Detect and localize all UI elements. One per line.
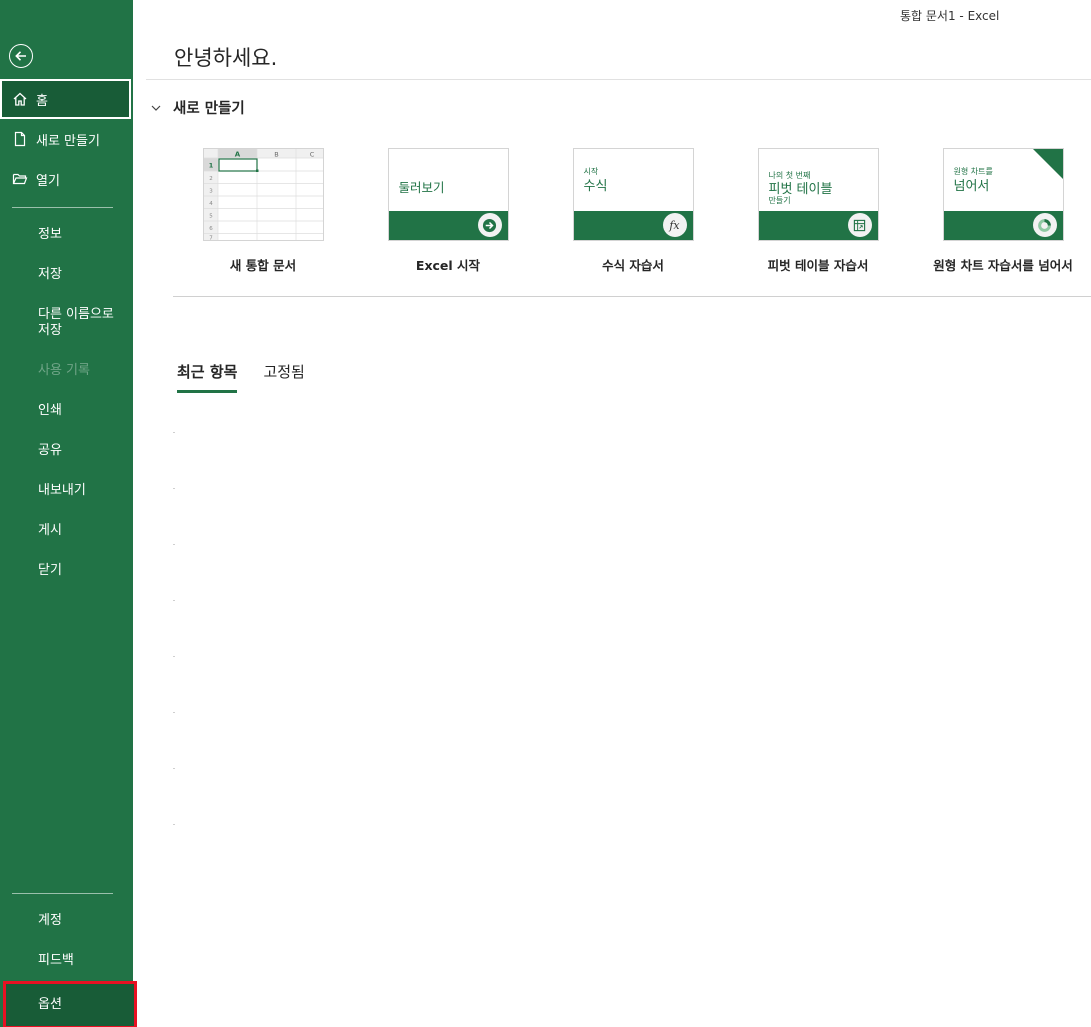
home-icon <box>12 91 28 107</box>
new-document-icon <box>12 131 28 147</box>
list-placeholder <box>173 544 175 545</box>
sidebar-item-open[interactable]: 열기 <box>0 159 133 199</box>
list-placeholder <box>173 488 175 489</box>
sidebar-primary-nav: 홈 새로 만들기 열기 <box>0 79 133 199</box>
tab-recent[interactable]: 최근 항목 <box>177 361 238 393</box>
sidebar-item-account[interactable]: 계정 <box>0 901 133 941</box>
pivot-table-icon <box>847 213 872 237</box>
sidebar-item-label: 사용 기록 <box>38 363 90 378</box>
arrow-right-icon <box>477 213 502 237</box>
sidebar-item-new[interactable]: 새로 만들기 <box>0 119 133 159</box>
sidebar-item-save-as[interactable]: 다른 이름으로 저장 <box>0 295 133 351</box>
back-arrow-icon[interactable] <box>9 44 33 68</box>
sidebar-item-label: 다른 이름으로 저장 <box>38 307 114 338</box>
sidebar-item-feedback[interactable]: 피드백 <box>0 941 133 981</box>
sidebar-divider <box>12 893 113 894</box>
thumbnail-text: 수식 <box>583 179 608 194</box>
column-header: C <box>309 150 314 158</box>
row-header: 3 <box>209 189 213 195</box>
template-label: 수식 자습서 <box>602 258 664 273</box>
thumbnail-text: 만들기 <box>768 196 791 205</box>
template-label: 원형 차트 자습서를 넘어서 <box>933 258 1073 273</box>
recent-pinned-tabs: 최근 항목 고정됨 <box>177 361 331 393</box>
template-formula-tutorial[interactable]: 시작 수식 fx 수식 자습서 <box>558 148 708 274</box>
sidebar-divider <box>12 207 113 208</box>
open-folder-icon <box>12 171 28 187</box>
sidebar-item-options[interactable]: 옵션 <box>3 981 137 1027</box>
sidebar-item-label: 옵션 <box>38 997 62 1012</box>
row-header: 1 <box>208 162 213 170</box>
donut-chart-icon <box>1032 213 1057 237</box>
list-placeholder <box>173 432 175 433</box>
template-thumbnail: 둘러보기 <box>387 148 509 241</box>
template-blank-workbook[interactable]: A B C 1 2 3 4 5 6 7 새 통합 문서 <box>188 148 338 274</box>
function-fx-icon: fx <box>662 213 687 237</box>
spreadsheet-grid-icon: A B C 1 2 3 4 5 6 7 <box>203 149 323 241</box>
tab-pinned[interactable]: 고정됨 <box>263 361 304 393</box>
thumbnail-text: 넘어서 <box>953 179 990 194</box>
header-divider <box>146 79 1091 80</box>
sidebar-item-publish[interactable]: 게시 <box>0 511 133 551</box>
sidebar-item-label: 피드백 <box>38 953 74 968</box>
column-header: A <box>234 150 240 158</box>
sidebar-item-label: 정보 <box>38 227 62 242</box>
sidebar-item-export[interactable]: 내보내기 <box>0 471 133 511</box>
sidebar-item-label: 게시 <box>38 523 62 538</box>
section-divider <box>173 296 1091 297</box>
sidebar-item-share[interactable]: 공유 <box>0 431 133 471</box>
template-pivot-tutorial[interactable]: 나의 첫 번째 피벗 테이블 만들기 피벗 테이블 자습서 <box>743 148 893 274</box>
chevron-down-icon <box>151 105 161 111</box>
thumbnail-text: 둘러보기 <box>398 180 445 195</box>
sidebar-footer-nav: 계정 피드백 옵션 <box>0 901 137 1027</box>
sidebar-item-info[interactable]: 정보 <box>0 215 133 255</box>
list-placeholder <box>173 768 175 769</box>
section-title: 새로 만들기 <box>173 101 245 117</box>
template-label: 피벗 테이블 자습서 <box>767 258 869 273</box>
sidebar-item-history: 사용 기록 <box>0 351 133 391</box>
sidebar-item-label: 새로 만들기 <box>36 133 100 149</box>
backstage-sidebar: 홈 새로 만들기 열기 정보 저장 다른 이름으로 저장 사용 기록 인쇄 공유… <box>0 0 137 1027</box>
sidebar-item-label: 내보내기 <box>38 483 86 498</box>
window-title: 통합 문서1 - Excel <box>900 9 1000 23</box>
sidebar-item-label: 계정 <box>38 913 62 928</box>
template-thumbnail: 나의 첫 번째 피벗 테이블 만들기 <box>757 148 879 241</box>
template-label: 새 통합 문서 <box>229 258 297 273</box>
row-header: 6 <box>209 226 213 232</box>
list-placeholder <box>173 600 175 601</box>
sidebar-item-print[interactable]: 인쇄 <box>0 391 133 431</box>
page-title: 안녕하세요. <box>174 46 278 70</box>
template-excel-tour[interactable]: 둘러보기 Excel 시작 <box>373 148 523 274</box>
row-header: 4 <box>209 201 213 207</box>
sidebar-item-close[interactable]: 닫기 <box>0 551 133 591</box>
template-thumbnail: A B C 1 2 3 4 5 6 7 <box>202 148 324 241</box>
sidebar-item-label: 닫기 <box>38 563 62 578</box>
template-label: Excel 시작 <box>415 258 481 273</box>
new-ribbon-icon <box>1032 149 1063 179</box>
sidebar-item-label: 인쇄 <box>38 403 62 418</box>
list-placeholder <box>173 712 175 713</box>
sidebar-item-label: 홈 <box>36 93 48 109</box>
row-header: 2 <box>209 176 213 182</box>
sidebar-item-label: 열기 <box>36 173 60 189</box>
template-pie-chart-tutorial[interactable]: 원형 차트를 넘어서 원형 차트 자습서를 넘어서 <box>928 148 1078 274</box>
list-placeholder <box>173 824 175 825</box>
sidebar-item-home[interactable]: 홈 <box>0 79 131 119</box>
sidebar-item-save[interactable]: 저장 <box>0 255 133 295</box>
template-thumbnail: 원형 차트를 넘어서 <box>942 148 1064 241</box>
sidebar-item-label: 저장 <box>38 267 62 282</box>
sidebar-secondary-nav: 정보 저장 다른 이름으로 저장 사용 기록 인쇄 공유 내보내기 게시 닫기 <box>0 215 133 591</box>
list-placeholder <box>173 656 175 657</box>
template-thumbnail: 시작 수식 fx <box>572 148 694 241</box>
row-header: 5 <box>209 214 213 220</box>
row-header: 7 <box>209 236 213 241</box>
sidebar-item-label: 공유 <box>38 443 62 458</box>
column-header: B <box>274 150 278 158</box>
new-section-toggle[interactable]: 새로 만들기 <box>150 97 245 118</box>
